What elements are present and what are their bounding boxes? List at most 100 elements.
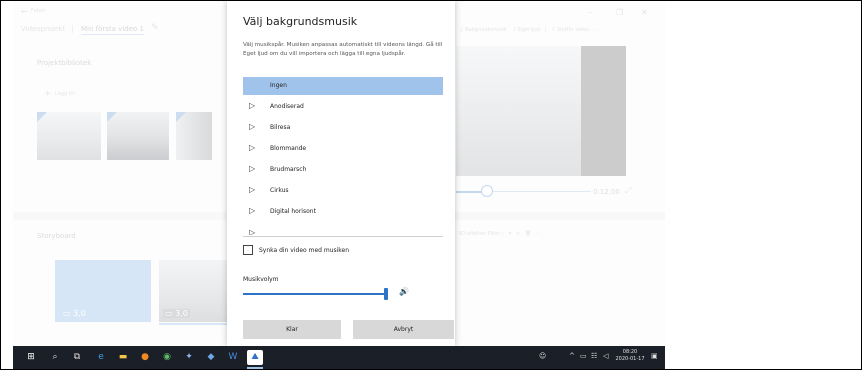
people-icon[interactable]: ☺ <box>539 352 546 360</box>
close-icon[interactable]: ✕ <box>641 8 648 17</box>
windows-start-icon[interactable]: ⊞ <box>23 350 39 365</box>
window-title: Foton <box>31 8 45 14</box>
custom-audio-button[interactable]: Eget ljud <box>518 27 540 33</box>
image-icon: ▭ <box>63 309 71 318</box>
minimize-icon[interactable]: – <box>588 8 592 17</box>
music-note-icon: ♫ <box>459 27 464 33</box>
music-track-item[interactable]: ▷ Blommande <box>243 140 443 158</box>
play-triangle-icon[interactable]: ▷ <box>249 143 255 152</box>
search-icon[interactable]: ⌕ <box>47 350 63 365</box>
playback-time: 0:12,00 <box>593 188 620 196</box>
network-icon[interactable]: ☷ <box>591 352 597 360</box>
music-track-name: Cirkus <box>270 187 289 194</box>
storyboard-tools-label[interactable]: 3D-effekter Filter | <box>458 231 504 237</box>
music-track-name: Brudmarsch <box>270 166 307 173</box>
play-triangle-icon[interactable]: ▷ <box>249 185 255 194</box>
play-triangle-icon[interactable]: ▷ <box>249 122 255 131</box>
back-arrow-icon[interactable]: ← <box>21 7 28 16</box>
clip-duration: ▭ 3,0 <box>63 309 86 318</box>
breadcrumb-separator: | <box>71 24 74 33</box>
more-icon[interactable]: ··· <box>536 231 541 237</box>
frame: ← Foton – ❐ ✕ Videoprojekt | Min första … <box>0 0 862 370</box>
chrome-icon[interactable]: ◉ <box>159 350 175 365</box>
timeline-scrubber[interactable] <box>481 185 493 197</box>
clip-duration-text: 3,0 <box>73 309 86 318</box>
file-explorer-icon[interactable]: ▬ <box>115 350 131 365</box>
chevron-up-icon[interactable]: ^ <box>569 352 575 360</box>
music-track-item[interactable]: Ingen <box>243 77 443 95</box>
edge-browser-icon[interactable]: e <box>93 350 109 365</box>
task-view-icon[interactable]: ⧉ <box>69 350 85 365</box>
volume-slider-thumb[interactable] <box>384 288 388 300</box>
list-divider <box>243 236 443 237</box>
breadcrumb-projects[interactable]: Videoprojekt <box>21 25 65 33</box>
maximize-icon[interactable]: ❐ <box>616 8 623 17</box>
app-icon[interactable]: ✦ <box>181 350 197 365</box>
export-icon: ⇪ <box>551 27 556 33</box>
music-track-item[interactable]: ▷ Digital horisont <box>243 203 443 221</box>
add-button[interactable]: Lägg till <box>55 91 75 97</box>
rotate-icon[interactable]: ↻ <box>516 231 520 237</box>
finish-video-button[interactable]: Slutför video <box>557 27 589 33</box>
music-track-name: Anodiserad <box>270 103 304 110</box>
play-triangle-icon[interactable]: ▷ <box>249 164 255 173</box>
clock-time: 08:20 <box>622 349 638 355</box>
speaker-icon[interactable]: ◁ <box>603 352 608 360</box>
clock[interactable]: 08:20 2020-01-17 <box>613 349 647 363</box>
cancel-button[interactable]: Avbryt <box>353 320 454 339</box>
custom-audio-icon: ♪ <box>513 27 517 33</box>
video-preview <box>456 46 626 176</box>
breadcrumb-current[interactable]: Min första video 1 <box>81 25 144 35</box>
more-button[interactable]: ··· <box>595 27 600 33</box>
crop-icon[interactable]: ⌗ <box>508 231 511 237</box>
library-thumbnail[interactable] <box>107 112 169 160</box>
screen: ← Foton – ❐ ✕ Videoprojekt | Min första … <box>13 1 665 369</box>
dialog-title: Välj bakgrundsmusik <box>243 15 358 28</box>
sync-label[interactable]: Synka din video med musiken <box>259 247 349 254</box>
delete-icon[interactable]: 🗑 <box>525 231 531 237</box>
music-track-name: Blommande <box>270 145 307 152</box>
speaker-icon: 🔊 <box>399 287 409 296</box>
clock-date: 2020-01-17 <box>615 356 645 362</box>
music-track-item[interactable]: ▷ Cirkus <box>243 182 443 200</box>
done-button[interactable]: Klar <box>243 320 341 339</box>
sync-checkbox[interactable] <box>243 245 253 255</box>
pencil-icon[interactable]: ✎ <box>151 23 159 33</box>
music-track-name: Ingen <box>270 82 287 89</box>
app-icon[interactable]: ◆ <box>203 350 219 365</box>
taskbar: ⊞ ⌕ ⧉ e ▬ ● ◉ ✦ ◆ W ⛰ ☺ ^ ▭ ☷ ◁ 08:20 20… <box>13 346 665 369</box>
storyboard-toolbar: 3D-effekter Filter | ⌗ ↻ 🗑 ··· <box>458 231 541 237</box>
volume-slider-track[interactable] <box>243 293 386 295</box>
image-icon: ▭ <box>165 309 173 318</box>
word-icon[interactable]: W <box>225 350 241 365</box>
table-border <box>0 0 1 370</box>
music-track-item[interactable]: ▷ Anodiserad <box>243 98 443 116</box>
play-triangle-icon[interactable]: ▷ <box>249 101 255 110</box>
clip-duration-text: 3,0 <box>175 309 188 318</box>
storyboard-title: Storyboard <box>37 232 76 240</box>
music-track-name: Bilresa <box>270 124 291 131</box>
dialog-description: Välj musikspår. Musiken anpassas automat… <box>243 42 443 57</box>
music-track-item-partial[interactable]: ▷ <box>243 225 443 235</box>
play-triangle-icon[interactable]: ▷ <box>249 228 255 235</box>
play-triangle-icon[interactable]: ▷ <box>249 206 255 215</box>
background-music-button[interactable]: Bakgrundsmusik <box>465 27 507 33</box>
firefox-icon[interactable]: ● <box>137 350 153 365</box>
background-music-dialog: Välj bakgrundsmusik Välj musikspår. Musi… <box>227 1 455 346</box>
library-thumbnail[interactable] <box>176 112 212 160</box>
add-icon[interactable]: + <box>44 89 52 99</box>
battery-icon[interactable]: ▭ <box>580 352 587 360</box>
clip-duration: ▭ 3,0 <box>163 309 190 318</box>
music-track-item[interactable]: ▷ Brudmarsch <box>243 161 443 179</box>
volume-label: Musikvolym <box>243 276 279 283</box>
photos-app-icon[interactable]: ⛰ <box>247 350 263 365</box>
music-track-name: Digital horisont <box>270 208 316 215</box>
library-title: Projektbibliotek <box>37 59 92 67</box>
editor-toolbar: ♫ Bakgrundsmusik ♪ Eget ljud | ⇪ Slutför… <box>459 27 600 33</box>
active-app-indicator <box>247 367 263 369</box>
expand-icon[interactable]: ⤢ <box>625 186 631 196</box>
music-track-list[interactable]: Ingen ▷ Anodiserad ▷ Bilresa ▷ Blommande… <box>243 77 443 235</box>
notification-icon[interactable]: ▣ <box>651 352 658 360</box>
music-track-item[interactable]: ▷ Bilresa <box>243 119 443 137</box>
library-thumbnail[interactable] <box>37 112 101 160</box>
